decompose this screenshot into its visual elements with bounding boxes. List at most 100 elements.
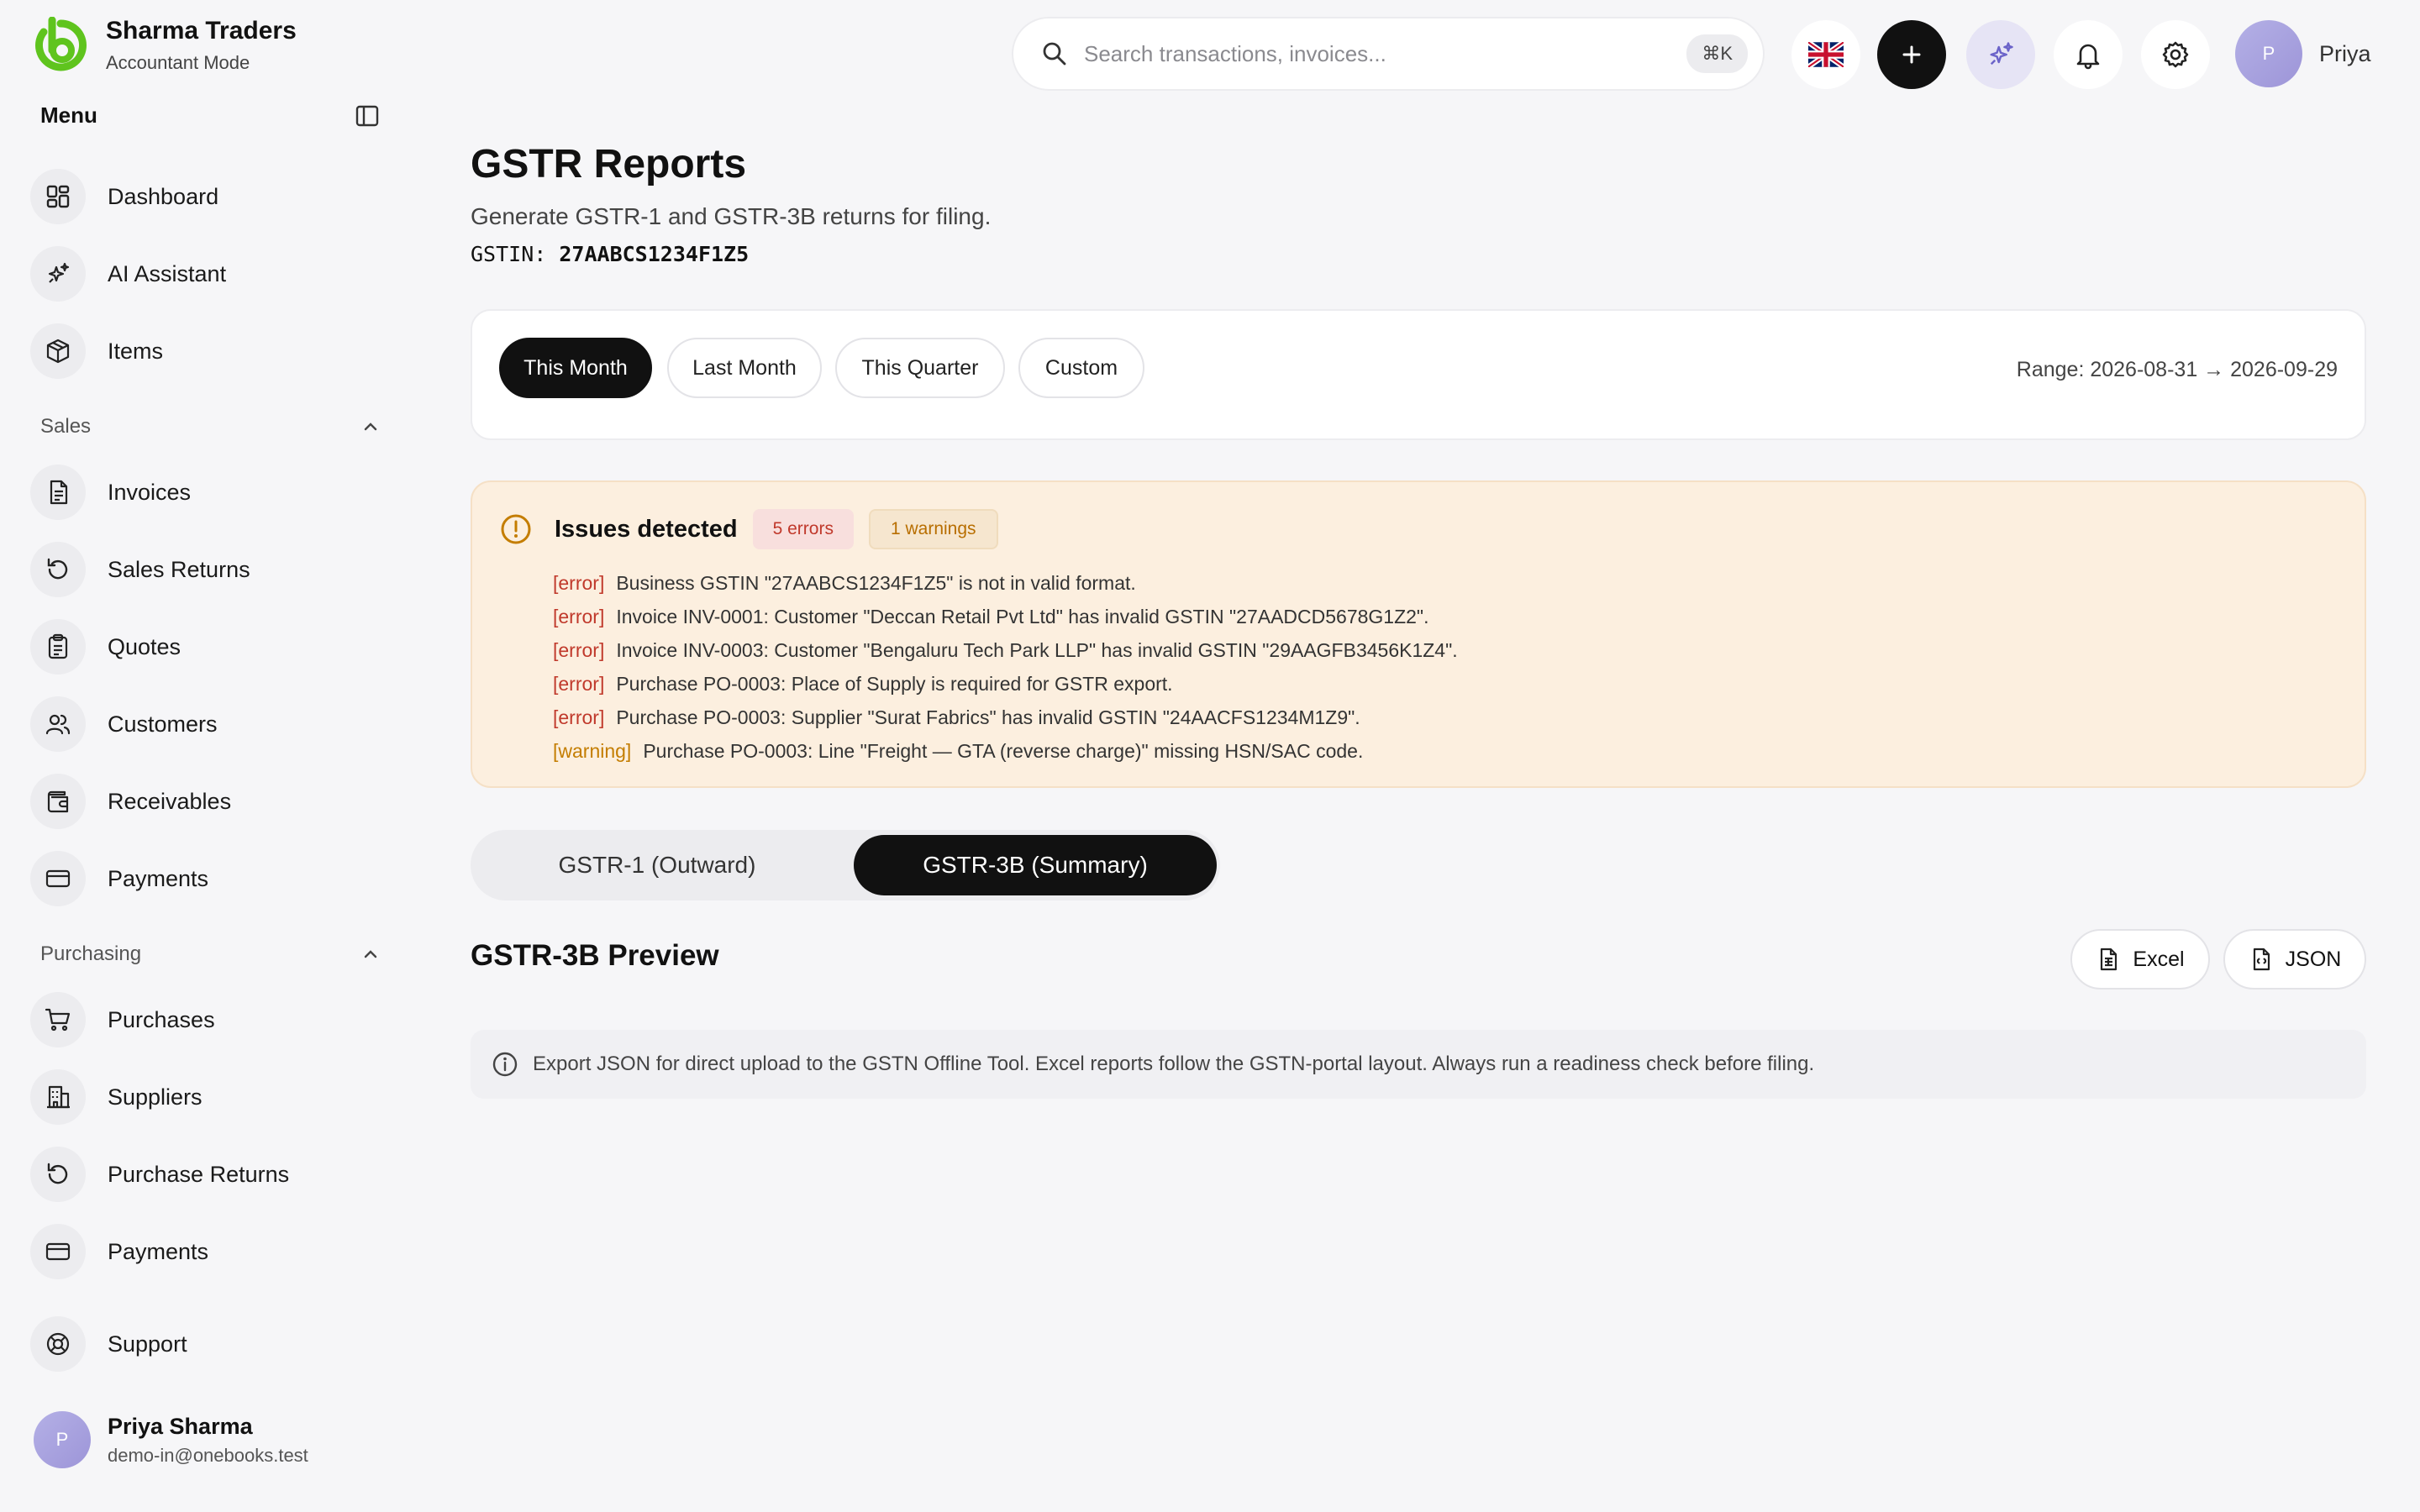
page-subtitle: Generate GSTR-1 and GSTR-3B returns for … [471, 203, 992, 229]
card-icon [30, 851, 86, 906]
profile-menu[interactable]: P Priya [2235, 20, 2371, 87]
sparkles-icon [30, 246, 86, 302]
user-email: demo-in@onebooks.test [108, 1444, 308, 1466]
clipboard-icon [30, 619, 86, 675]
shortcut-badge: ⌘K [1686, 34, 1748, 73]
range-custom-button[interactable]: Custom [1018, 338, 1144, 398]
search-input[interactable] [1084, 40, 1687, 67]
brand-mode: Accountant Mode [106, 52, 250, 73]
sidebar-item-invoices[interactable]: Invoices [30, 460, 383, 524]
gstin-value: 27AABCS1234F1Z5 [559, 242, 750, 266]
lifebuoy-icon [30, 1316, 86, 1372]
sidebar-item-label: Customers [108, 711, 218, 737]
sidebar-item-support[interactable]: Support [30, 1312, 383, 1376]
report-tabs: GSTR-1 (Outward) GSTR-3B (Summary) [471, 830, 1220, 900]
sidebar-item-label: Dashboard [108, 183, 219, 209]
create-new-button[interactable] [1877, 20, 1946, 89]
section-sales[interactable]: Sales [40, 415, 380, 438]
sidebar-item-sales-returns[interactable]: Sales Returns [30, 538, 383, 601]
sidebar-item-purchase-returns[interactable]: Purchase Returns [30, 1142, 383, 1206]
issue-tag: [error] [553, 706, 605, 728]
avatar: P [34, 1411, 91, 1468]
bell-icon [2076, 44, 2100, 70]
sidebar-item-label: Receivables [108, 788, 232, 814]
sidebar-item-label: Purchase Returns [108, 1161, 290, 1187]
user-name: Priya Sharma [108, 1413, 253, 1439]
sidebar-item-label: Invoices [108, 479, 192, 505]
sidebar-item-label: Sales Returns [108, 556, 250, 582]
page-title: GSTR Reports [471, 142, 747, 186]
sidebar-item-purchase-payments[interactable]: Payments [30, 1220, 383, 1284]
search-bar[interactable]: ⌘K [1012, 17, 1765, 91]
spreadsheet-icon [2101, 948, 2118, 971]
issue-text: Business GSTIN "27AABCS1234F1Z5" is not … [616, 572, 1136, 594]
settings-button[interactable] [2141, 20, 2210, 89]
date-range-card: This Month Last Month This Quarter Custo… [471, 309, 2366, 440]
card-icon [30, 1224, 86, 1279]
search-icon [1043, 42, 1066, 66]
menu-title: Menu [40, 102, 97, 128]
tab-gstr1[interactable]: GSTR-1 (Outward) [477, 835, 837, 895]
tab-gstr3b[interactable]: GSTR-3B (Summary) [854, 835, 1217, 895]
sidebar-item-label: Purchases [108, 1006, 215, 1032]
issue-text: Purchase PO-0003: Line "Freight — GTA (r… [643, 740, 1364, 762]
notifications-button[interactable] [2054, 20, 2123, 89]
export-json-button[interactable]: JSON [2223, 929, 2366, 990]
chevron-up-icon [364, 950, 377, 958]
range-last-month-button[interactable]: Last Month [667, 338, 822, 398]
section-purchasing[interactable]: Purchasing [40, 942, 380, 966]
sidebar-item-purchases[interactable]: Purchases [30, 988, 383, 1052]
info-icon [492, 1052, 518, 1077]
issue-tag: [error] [553, 572, 605, 594]
issue-item: [error] Purchase PO-0003: Place of Supply… [553, 667, 1458, 701]
sidebar-item-label: Payments [108, 865, 209, 891]
rotate-icon [30, 542, 86, 597]
wallet-icon [30, 774, 86, 829]
gstin-label: GSTIN: [471, 242, 547, 266]
info-box: Export JSON for direct upload to the GST… [471, 1030, 2366, 1099]
building-icon [30, 1069, 86, 1125]
issues-panel: Issues detected 5 errors 1 warnings [err… [471, 480, 2366, 788]
sidebar-item-suppliers[interactable]: Suppliers [30, 1065, 383, 1129]
issue-tag: [error] [553, 639, 605, 661]
section-label: Purchasing [40, 942, 142, 965]
sidebar-item-ai-assistant[interactable]: AI Assistant [30, 242, 383, 306]
info-text: Export JSON for direct upload to the GST… [533, 1053, 1815, 1075]
ai-button[interactable] [1966, 20, 2035, 89]
range-this-month-button[interactable]: This Month [499, 338, 652, 398]
issue-text: Purchase PO-0003: Supplier "Surat Fabric… [616, 706, 1360, 728]
issue-item: [error] Purchase PO-0003: Supplier "Surat… [553, 701, 1458, 734]
range-this-quarter-button[interactable]: This Quarter [835, 338, 1005, 398]
errors-badge: 5 errors [752, 509, 854, 549]
chevron-up-icon [364, 423, 377, 431]
brand[interactable]: Sharma Traders Accountant Mode [32, 17, 297, 74]
sidebar-item-payments[interactable]: Payments [30, 847, 383, 911]
export-excel-button[interactable]: Excel [2070, 929, 2210, 990]
issue-item: [error] Invoice INV-0001: Customer "Decca… [553, 600, 1458, 633]
uk-flag-icon [1808, 42, 1844, 67]
rotate-icon [30, 1147, 86, 1202]
issue-item: [error] Business GSTIN "27AABCS1234F1Z5" … [553, 566, 1458, 600]
sidebar-item-items[interactable]: Items [30, 319, 383, 383]
sidebar-item-dashboard[interactable]: Dashboard [30, 165, 383, 228]
cart-icon [30, 992, 86, 1047]
range-text: Range: 2026-08-31 → 2026-09-29 [2016, 358, 2338, 381]
sidebar-item-receivables[interactable]: Receivables [30, 769, 383, 833]
issue-list: [error] Business GSTIN "27AABCS1234F1Z5" … [553, 566, 1458, 768]
sidebar-item-label: Payments [108, 1238, 209, 1264]
issue-text: Purchase PO-0003: Place of Supply is req… [616, 673, 1173, 695]
sidebar-toggle-icon[interactable] [355, 103, 380, 129]
warnings-badge: 1 warnings [868, 509, 998, 549]
section-label: Sales [40, 415, 92, 438]
sidebar-item-customers[interactable]: Customers [30, 692, 383, 756]
language-button[interactable] [1791, 20, 1860, 89]
issues-title: Issues detected [555, 515, 738, 543]
sidebar-item-quotes[interactable]: Quotes [30, 615, 383, 679]
export-excel-label: Excel [2133, 947, 2185, 971]
sidebar-item-label: Support [108, 1331, 187, 1357]
preview-title: GSTR-3B Preview [471, 939, 719, 972]
avatar: P [2235, 20, 2302, 87]
json-file-icon [2253, 948, 2270, 971]
user-card[interactable]: P Priya Sharma demo-in@onebooks.test [34, 1411, 308, 1468]
sidebar-item-label: Items [108, 338, 164, 364]
